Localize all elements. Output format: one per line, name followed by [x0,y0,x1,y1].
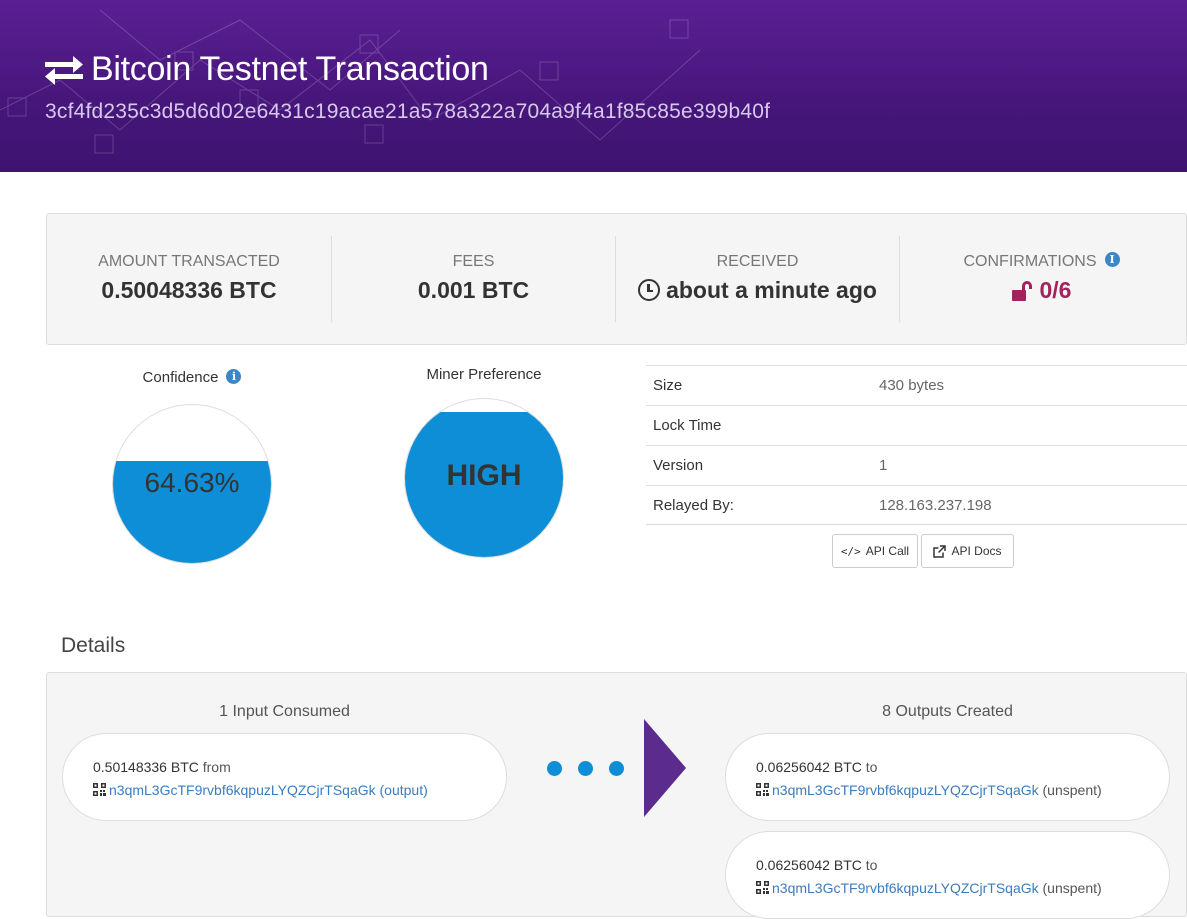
property-key: Size [653,377,683,394]
property-value: 430 bytes [879,377,945,394]
amount-value: 0.50048336 BTC [101,277,277,303]
output-address-line: n3qmL3GcTF9rvbf6kqpuzLYQZCjrTSqaGk (unsp… [756,877,1139,900]
api-call-button[interactable]: </> API Call [832,534,918,568]
amount-label: AMOUNT TRANSACTED [98,253,280,270]
output-connector: to [865,759,878,775]
flow-dot [609,761,624,776]
output-status: (unspent) [1042,782,1102,798]
table-row: Version 1 [646,445,1187,485]
summary-panel: AMOUNT TRANSACTED 0.50048336 BTC FEES 0.… [46,213,1187,345]
info-icon[interactable]: i [226,368,242,384]
confidence-label-wrap: Confidence i [112,368,272,386]
output-address-link[interactable]: n3qmL3GcTF9rvbf6kqpuzLYQZCjrTSqaGk [772,782,1039,798]
qrcode-icon[interactable] [756,783,769,796]
confidence-value: 64.63% [144,467,240,498]
unlock-icon [1011,280,1032,301]
code-icon: </> [840,544,861,558]
flow-dot [547,761,562,776]
output-item: 0.06256042 BTC to n3qmL3GcTF9rvbf6kqpuzL… [725,831,1170,919]
table-row: Size 430 bytes [646,365,1187,405]
miner-preference-value: HIGH [446,459,522,492]
table-row: Relayed By: 128.163.237.198 [646,485,1187,525]
property-key: Relayed By: [653,496,734,514]
received-cell: RECEIVED about a minute ago [615,236,899,322]
info-icon[interactable]: i [1104,252,1120,268]
output-amount-line: 0.06256042 BTC to [756,756,1139,779]
exchange-arrows-icon [45,55,83,85]
output-amount: 0.06256042 BTC [756,857,862,873]
output-status: (unspent) [1042,880,1102,896]
received-value-wrap: about a minute ago [616,277,899,304]
received-value: about a minute ago [666,277,877,303]
details-panel: 1 Input Consumed 8 Outputs Created 0.501… [46,672,1187,919]
output-amount: 0.06256042 BTC [756,759,862,775]
confirmations-label: CONFIRMATIONS [963,253,1097,270]
miner-preference-label: Miner Preference [426,366,542,383]
page-title-text: Bitcoin Testnet Transaction [91,50,489,88]
input-item: 0.50148336 BTC from n3qmL3GcTF9rvbf6kqpu… [62,733,507,821]
fees-label: FEES [452,253,495,270]
outputs-heading: 8 Outputs Created [882,703,1013,720]
amount-cell: AMOUNT TRANSACTED 0.50048336 BTC [47,236,331,322]
confirmations-cell: CONFIRMATIONS i 0/6 [899,236,1183,322]
page-header: Bitcoin Testnet Transaction 3cf4fd235c3d… [0,0,1187,172]
input-status-link[interactable]: (output) [380,782,428,798]
api-call-label: API Call [865,544,910,558]
property-key: Version [653,457,704,474]
flow-arrow-icon [644,719,686,817]
property-key: Lock Time [653,417,722,434]
output-address-line: n3qmL3GcTF9rvbf6kqpuzLYQZCjrTSqaGk (unsp… [756,779,1139,802]
confidence-gauge: 64.63% [112,404,272,564]
qrcode-icon[interactable] [93,783,106,796]
page-title: Bitcoin Testnet Transaction [45,50,489,89]
properties-table: Size 430 bytes Lock Time Version 1 Relay… [646,365,1187,525]
api-docs-label: API Docs [951,544,1002,558]
inputs-heading: 1 Input Consumed [219,703,350,720]
property-value: 1 [879,457,888,474]
confidence-label: Confidence [142,369,219,386]
details-heading: Details [61,634,126,657]
external-link-icon [933,544,947,558]
input-address-link[interactable]: n3qmL3GcTF9rvbf6kqpuzLYQZCjrTSqaGk [109,782,376,798]
received-label: RECEIVED [716,253,799,270]
table-row: Lock Time [646,405,1187,445]
confirmations-value-wrap: 0/6 [900,277,1183,304]
api-docs-button[interactable]: API Docs [921,534,1014,568]
property-value[interactable]: 128.163.237.198 [879,497,992,514]
confirmations-value: 0/6 [1039,277,1072,303]
output-address-link[interactable]: n3qmL3GcTF9rvbf6kqpuzLYQZCjrTSqaGk [772,880,1039,896]
input-amount-line: 0.50148336 BTC from [93,756,476,779]
fees-value: 0.001 BTC [417,277,530,303]
fees-cell: FEES 0.001 BTC [331,236,615,322]
miner-preference-gauge: HIGH [404,398,564,558]
output-connector: to [865,857,878,873]
output-item: 0.06256042 BTC to n3qmL3GcTF9rvbf6kqpuzL… [725,733,1170,821]
transaction-hash[interactable]: 3cf4fd235c3d5d6d02e6431c19acae21a578a322… [45,100,770,124]
input-connector: from [202,759,231,775]
output-amount-line: 0.06256042 BTC to [756,854,1139,877]
flow-dot [578,761,593,776]
qrcode-icon[interactable] [756,881,769,894]
confirmations-label-wrap: CONFIRMATIONS i [900,252,1183,271]
input-amount: 0.50148336 BTC [93,759,199,775]
clock-icon [638,278,661,301]
input-address-line: n3qmL3GcTF9rvbf6kqpuzLYQZCjrTSqaGk (outp… [93,779,476,802]
